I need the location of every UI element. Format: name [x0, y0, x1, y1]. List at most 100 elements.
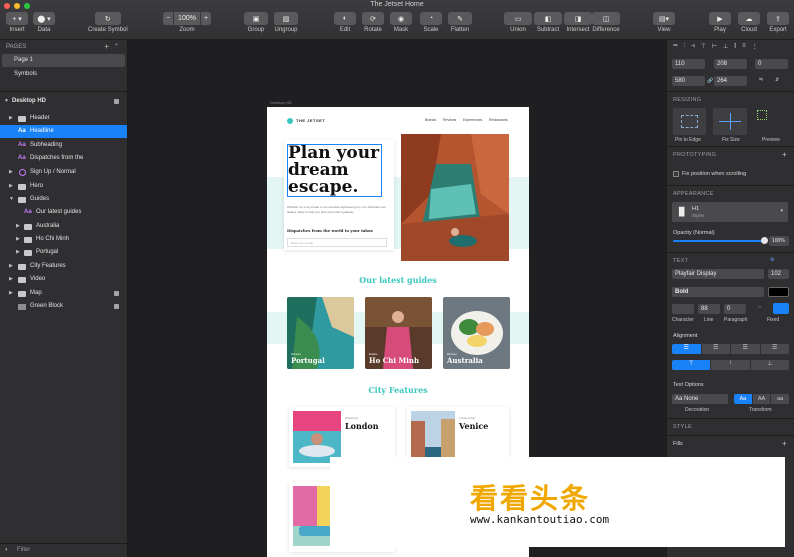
export-button[interactable]: ⇪ Export	[767, 12, 789, 33]
character-spacing-field[interactable]	[672, 304, 694, 314]
align-text-middle-icon[interactable]: ↕	[711, 360, 750, 370]
difference-button[interactable]: ◫ Difference	[592, 12, 620, 33]
ungroup-button[interactable]: ▨ Ungroup	[274, 12, 298, 33]
data-button[interactable]: ⬤ ▾ Data	[33, 12, 55, 33]
disclosure-closed-icon[interactable]: ▶	[9, 112, 13, 125]
gear-icon[interactable]: ⚙	[770, 257, 774, 263]
fix-position-checkbox[interactable]	[673, 171, 679, 177]
y-field[interactable]: 208	[714, 59, 747, 69]
play-button[interactable]: ▶ Play	[709, 12, 731, 33]
font-size-field[interactable]: 102	[768, 269, 789, 279]
align-bottom-icon[interactable]: ⊥	[723, 43, 728, 50]
decoration-select[interactable]: Aa None	[672, 394, 728, 404]
lock-icon[interactable]	[114, 291, 119, 296]
disclosure-open-icon[interactable]: ▼	[4, 95, 9, 108]
layer-green-block[interactable]: Green Block	[0, 300, 127, 313]
view-button[interactable]: ▤▾ View	[653, 12, 675, 33]
flip-vertical-icon[interactable]: ⇵	[775, 77, 779, 83]
disclosure-open-icon[interactable]: ▼	[9, 193, 14, 206]
add-page-icon[interactable]: +	[104, 40, 109, 54]
align-text-top-icon[interactable]: ⊤	[672, 360, 711, 370]
disclosure-closed-icon[interactable]: ▶	[9, 260, 13, 273]
disclosure-closed-icon[interactable]: ▶	[9, 273, 13, 286]
edit-button[interactable]: ◐ Edit	[334, 12, 356, 33]
flip-horizontal-icon[interactable]: ⇋	[759, 77, 763, 83]
font-family-select[interactable]: Playfair Display	[672, 269, 764, 279]
distribute-h-icon[interactable]: ⫾	[734, 43, 736, 50]
zoom-in-icon[interactable]: +	[201, 12, 211, 25]
disclosure-closed-icon[interactable]: ▶	[16, 233, 20, 246]
fix-size-control[interactable]	[713, 108, 747, 135]
align-text-justify-icon[interactable]: ☰	[760, 344, 789, 354]
guide-card-portugal[interactable]: Discover Portugal	[287, 297, 354, 369]
layer-artboard[interactable]: ▼ Desktop HD	[0, 95, 127, 108]
layer-subheading[interactable]: Aa Subheading	[0, 139, 127, 152]
add-prototyping-icon[interactable]: +	[782, 150, 787, 159]
zoom-out-icon[interactable]: −	[163, 12, 173, 25]
disclosure-closed-icon[interactable]: ▶	[16, 246, 20, 259]
create-symbol-button[interactable]: ↻ Create Symbol	[88, 12, 128, 33]
nav-experiences[interactable]: Experiences	[463, 118, 482, 122]
guide-card-australia[interactable]: Discover Australia	[443, 297, 510, 369]
group-button[interactable]: ▣ Group	[244, 12, 268, 33]
layer-ho-chi-minh[interactable]: ▶ Ho Chi Minh	[0, 233, 127, 246]
align-middle-icon[interactable]: ⊢	[712, 43, 717, 50]
layer-map[interactable]: ▶ Map	[0, 287, 127, 300]
mask-button[interactable]: ◉ Mask	[390, 12, 412, 33]
pin-to-edge-control[interactable]	[673, 108, 706, 135]
layer-city-features[interactable]: ▶ City Features	[0, 260, 127, 273]
distribute-v-icon[interactable]: ≡	[742, 43, 746, 50]
nav-reviews[interactable]: Reviews	[443, 118, 456, 122]
layer-australia[interactable]: ▶ Australia	[0, 220, 127, 233]
page-item-1[interactable]: Page 1	[2, 54, 125, 67]
rotate-button[interactable]: ⟳ Rotate	[362, 12, 384, 33]
layer-video[interactable]: ▶ Video	[0, 273, 127, 286]
layer-dispatches[interactable]: Aa Dispatches from the	[0, 152, 127, 165]
filter-bar[interactable]: ◐ Filter	[0, 543, 127, 557]
flatten-button[interactable]: ✎ Flatten	[448, 12, 472, 33]
lock-icon[interactable]	[114, 304, 119, 309]
transform-none[interactable]: Aa	[734, 394, 752, 404]
transform-lowercase[interactable]: aa	[771, 394, 790, 404]
align-left-icon[interactable]: ⫤	[673, 43, 678, 50]
align-right-icon[interactable]: ⫣	[691, 43, 695, 50]
insert-button[interactable]: + ▾ Insert	[6, 12, 28, 33]
disclosure-closed-icon[interactable]: ▶	[9, 180, 13, 193]
fixed-size-icon[interactable]	[773, 303, 789, 314]
align-text-left-icon[interactable]: ☰	[672, 344, 701, 354]
zoom-control[interactable]: − 100% + Zoom	[163, 12, 211, 33]
headline[interactable]: Plan your dream escape.	[287, 144, 382, 197]
disclosure-closed-icon[interactable]: ▶	[16, 220, 20, 233]
guide-card-ho-chi-minh[interactable]: Explore Ho Chi Minh	[365, 297, 432, 369]
lock-ratio-icon[interactable]: 🔗	[707, 78, 713, 84]
layer-hero[interactable]: ▶ Hero	[0, 180, 127, 193]
align-top-icon[interactable]: ⊤	[701, 43, 706, 50]
add-fill-icon[interactable]: +	[782, 439, 787, 448]
opacity-slider-handle[interactable]	[761, 237, 768, 244]
email-input[interactable]: Enter your email	[287, 238, 387, 247]
opacity-slider[interactable]	[673, 240, 765, 242]
brand-name[interactable]: THE JETSET	[296, 118, 325, 123]
cloud-button[interactable]: ☁ Cloud	[738, 12, 760, 33]
layer-our-latest-guides[interactable]: Aa Our latest guides	[0, 206, 127, 219]
layer-portugal[interactable]: ▶ Portugal	[0, 246, 127, 259]
height-field[interactable]: 264	[714, 76, 747, 86]
text-color-swatch[interactable]	[768, 287, 789, 297]
nav-restaurants[interactable]: Restaurants	[489, 118, 508, 122]
collapse-icon[interactable]: ⌃	[114, 40, 119, 54]
layer-headline[interactable]: Aa Headline	[0, 125, 127, 138]
layer-guides[interactable]: ▼ Guides	[0, 193, 127, 206]
layer-signup[interactable]: ▶ Sign Up / Normal	[0, 166, 127, 179]
x-field[interactable]: 110	[672, 59, 705, 69]
artboard-label[interactable]: Desktop HD	[270, 100, 292, 105]
intersect-button[interactable]: ◨ Intersect	[564, 12, 592, 33]
align-center-icon[interactable]: ⫶	[684, 43, 686, 50]
preview-icon[interactable]	[757, 110, 767, 120]
disclosure-closed-icon[interactable]: ▶	[9, 287, 13, 300]
align-text-right-icon[interactable]: ☰	[731, 344, 760, 354]
text-style-dropdown[interactable]: ▐▌ H1 Styles ▾	[672, 202, 788, 222]
lock-icon[interactable]	[114, 99, 119, 104]
union-button[interactable]: ▭ Union	[504, 12, 532, 33]
line-height-field[interactable]: 88	[698, 304, 720, 314]
auto-width-icon[interactable]: ⇔	[757, 304, 762, 310]
